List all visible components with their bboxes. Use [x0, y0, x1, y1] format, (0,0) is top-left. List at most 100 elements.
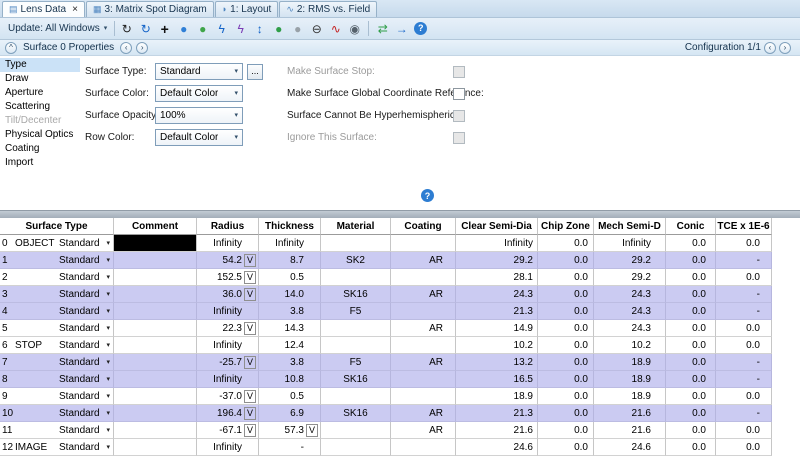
surface-type-dropdown[interactable]: Standard▾	[155, 63, 243, 80]
comment-cell[interactable]	[114, 405, 197, 422]
comment-cell[interactable]	[114, 269, 197, 286]
clear-semi-dia-cell[interactable]: 24.3	[456, 286, 538, 303]
thickness-cell[interactable]: 6.9	[259, 405, 321, 422]
tab-matrix-spot-diagram[interactable]: ▦3: Matrix Spot Diagram	[86, 1, 214, 17]
lightning-blue-icon[interactable]: ϟ	[213, 21, 230, 37]
clear-semi-dia-cell[interactable]: 29.2	[456, 252, 538, 269]
mech-semi-dia-cell[interactable]: 21.6	[594, 422, 666, 439]
radius-cell[interactable]: -25.7V	[197, 354, 259, 371]
comment-cell[interactable]	[114, 252, 197, 269]
surface-type-dropdown[interactable]: Standard▾	[59, 425, 113, 436]
mech-semi-dia-cell[interactable]: 18.9	[594, 354, 666, 371]
thickness-cell[interactable]: 0.5	[259, 269, 321, 286]
thickness-cell[interactable]: 57.3V	[259, 422, 321, 439]
coating-cell[interactable]	[391, 371, 456, 388]
clear-semi-dia-cell[interactable]: 24.6	[456, 439, 538, 456]
mech-semi-dia-cell[interactable]: 24.6	[594, 439, 666, 456]
chip-zone-cell[interactable]: 0.0	[538, 303, 594, 320]
conic-cell[interactable]: 0.0	[666, 269, 716, 286]
comment-cell[interactable]	[114, 235, 197, 252]
tce-cell[interactable]: 0.0	[716, 337, 772, 354]
material-cell[interactable]: SK2	[321, 252, 391, 269]
sidebar-item-import[interactable]: Import	[0, 156, 80, 170]
prev-surface-button[interactable]: ‹	[120, 42, 132, 54]
coating-cell[interactable]: AR	[391, 252, 456, 269]
material-cell[interactable]: SK16	[321, 405, 391, 422]
radius-solve-flag[interactable]: V	[244, 390, 256, 403]
quick-adjust-icon[interactable]: +	[156, 21, 173, 37]
coating-cell[interactable]	[391, 235, 456, 252]
tce-cell[interactable]: 0.0	[716, 235, 772, 252]
coating-cell[interactable]	[391, 269, 456, 286]
coating-cell[interactable]	[391, 388, 456, 405]
comment-cell[interactable]	[114, 303, 197, 320]
radius-cell[interactable]: Infinity	[197, 337, 259, 354]
surface-row-header[interactable]: 10Standard▾	[0, 405, 114, 422]
tab-lens-data[interactable]: ▤Lens Data×	[2, 1, 85, 17]
help-icon[interactable]: ?	[421, 189, 434, 202]
surface-row-header[interactable]: 4Standard▾	[0, 303, 114, 320]
next-configuration-button[interactable]: ›	[779, 42, 791, 54]
thickness-cell[interactable]: -	[259, 439, 321, 456]
surface-row-header[interactable]: 8Standard▾	[0, 371, 114, 388]
sidebar-item-scattering[interactable]: Scattering	[0, 100, 80, 114]
tce-cell[interactable]: 0.0	[716, 388, 772, 405]
slider-curve-icon[interactable]: ∿	[327, 21, 344, 37]
tce-cell[interactable]: -	[716, 405, 772, 422]
surface-row-header[interactable]: 2Standard▾	[0, 269, 114, 286]
radius-cell[interactable]: -67.1V	[197, 422, 259, 439]
conic-cell[interactable]: 0.0	[666, 422, 716, 439]
coating-cell[interactable]: AR	[391, 320, 456, 337]
radius-cell[interactable]: 54.2V	[197, 252, 259, 269]
system-data-icon[interactable]: ●	[175, 21, 192, 37]
material-cell[interactable]	[321, 422, 391, 439]
surface-type-dropdown[interactable]: Standard▾	[59, 442, 113, 453]
conic-cell[interactable]: 0.0	[666, 405, 716, 422]
material-cell[interactable]	[321, 337, 391, 354]
tab-layout[interactable]: ◗1: Layout	[215, 1, 279, 17]
radius-solve-flag[interactable]: V	[244, 254, 256, 267]
clear-semi-dia-cell[interactable]: Infinity	[456, 235, 538, 252]
surface-type-dropdown[interactable]: Standard▾	[59, 408, 113, 419]
thickness-cell[interactable]: 14.3	[259, 320, 321, 337]
more-options-button[interactable]: ...	[247, 64, 263, 80]
coating-cell[interactable]: AR	[391, 354, 456, 371]
comment-cell[interactable]	[114, 354, 197, 371]
clear-semi-dia-cell[interactable]: 14.9	[456, 320, 538, 337]
radius-solve-flag[interactable]: V	[244, 322, 256, 335]
comment-cell[interactable]	[114, 371, 197, 388]
thickness-solve-flag[interactable]: V	[306, 424, 318, 437]
mech-semi-dia-cell[interactable]: 18.9	[594, 371, 666, 388]
sphere-icon[interactable]: ●	[289, 21, 306, 37]
conic-cell[interactable]: 0.0	[666, 286, 716, 303]
surface-row-header[interactable]: 12IMAGEStandard▾	[0, 439, 114, 456]
chip-zone-cell[interactable]: 0.0	[538, 354, 594, 371]
tce-cell[interactable]: -	[716, 286, 772, 303]
lightning-purple-icon[interactable]: ϟ	[232, 21, 249, 37]
tce-cell[interactable]: -	[716, 252, 772, 269]
mech-semi-dia-cell[interactable]: 18.9	[594, 388, 666, 405]
radius-solve-flag[interactable]: V	[244, 424, 256, 437]
clear-semi-dia-cell[interactable]: 18.9	[456, 388, 538, 405]
mech-semi-dia-cell[interactable]: 24.3	[594, 286, 666, 303]
chip-zone-cell[interactable]: 0.0	[538, 235, 594, 252]
chip-zone-cell[interactable]: 0.0	[538, 269, 594, 286]
conic-cell[interactable]: 0.0	[666, 252, 716, 269]
collapse-properties-button[interactable]: ^	[5, 42, 17, 54]
comment-cell[interactable]	[114, 286, 197, 303]
surface-row-header[interactable]: 9Standard▾	[0, 388, 114, 405]
forward-arrow-icon[interactable]: →	[393, 21, 410, 37]
help-icon[interactable]: ?	[414, 22, 427, 35]
clear-semi-dia-cell[interactable]: 13.2	[456, 354, 538, 371]
sidebar-item-draw[interactable]: Draw	[0, 72, 80, 86]
conic-cell[interactable]: 0.0	[666, 388, 716, 405]
next-surface-button[interactable]: ›	[136, 42, 148, 54]
conic-cell[interactable]: 0.0	[666, 354, 716, 371]
chip-zone-cell[interactable]: 0.0	[538, 371, 594, 388]
comment-cell[interactable]	[114, 388, 197, 405]
thickness-cell[interactable]: 3.8	[259, 354, 321, 371]
mech-semi-dia-cell[interactable]: 24.3	[594, 303, 666, 320]
radius-cell[interactable]: Infinity	[197, 439, 259, 456]
comment-cell[interactable]	[114, 320, 197, 337]
radius-cell[interactable]: 22.3V	[197, 320, 259, 337]
